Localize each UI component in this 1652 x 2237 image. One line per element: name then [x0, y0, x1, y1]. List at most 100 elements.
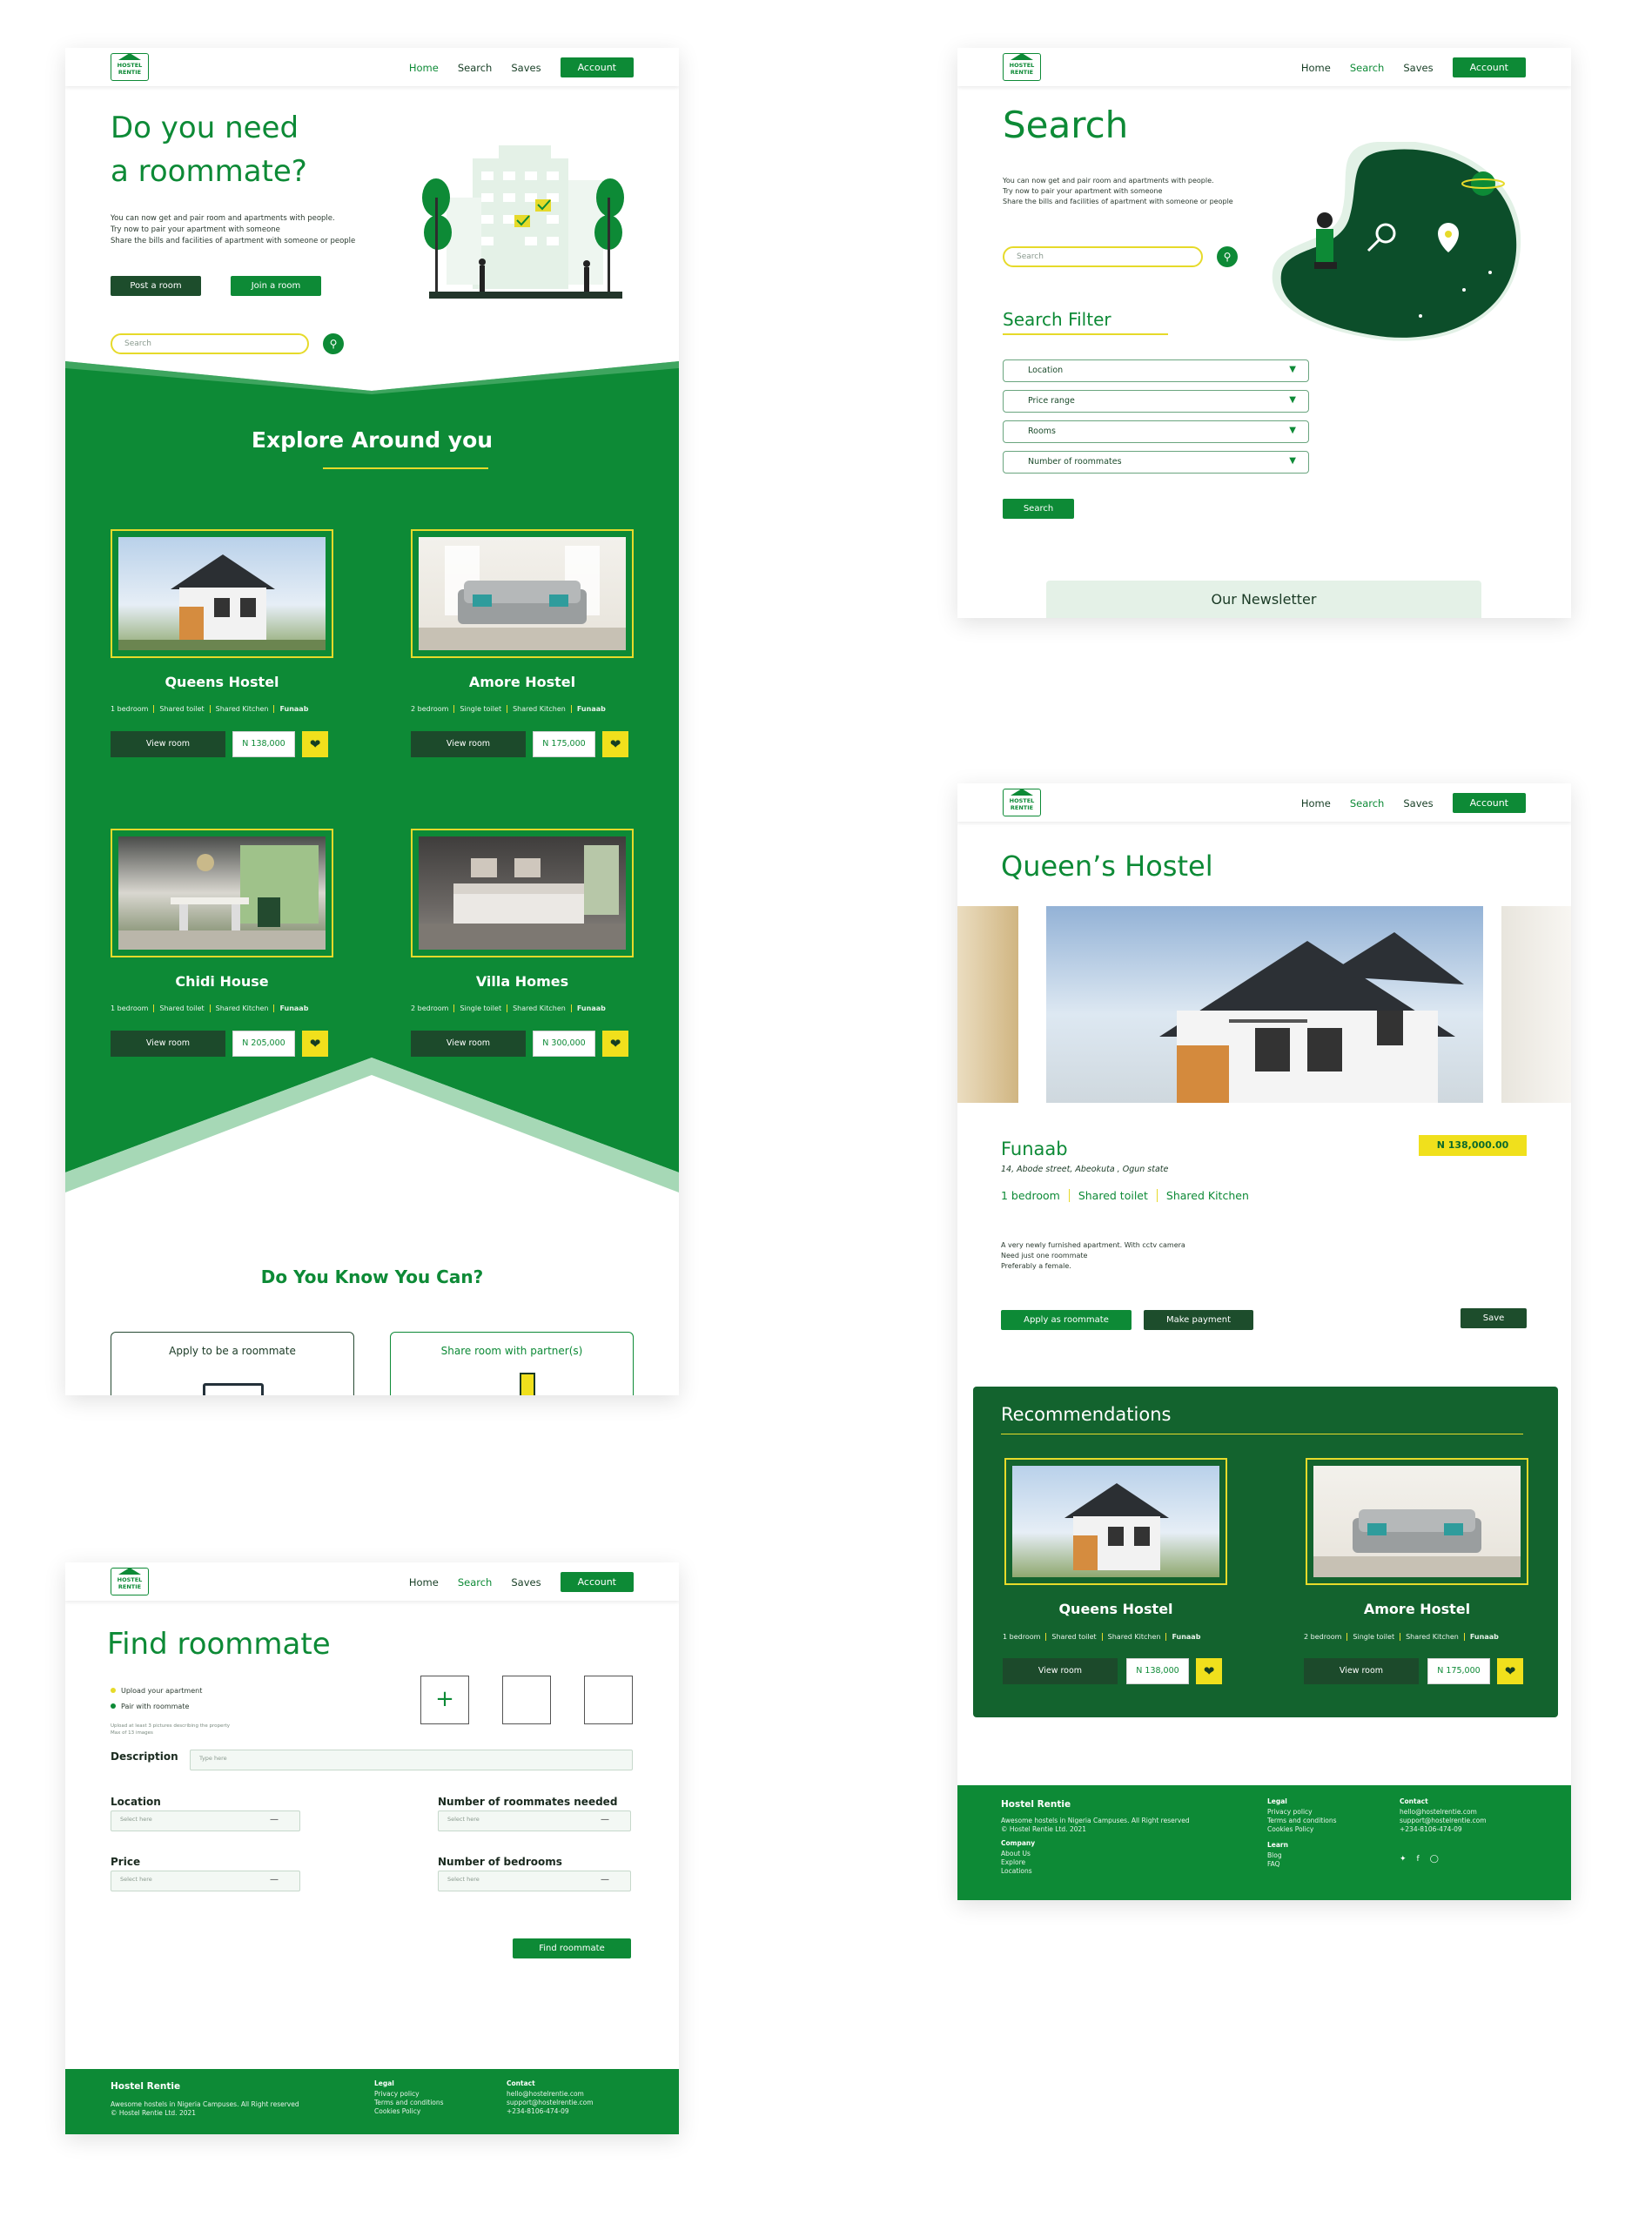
make-payment-button[interactable]: Make payment: [1144, 1310, 1253, 1330]
hostel-rentie-logo[interactable]: HOSTEL RENTIE: [1003, 53, 1041, 81]
gallery-prev-image[interactable]: [957, 906, 1018, 1103]
account-button[interactable]: Account: [560, 1572, 634, 1592]
footer-terms-link[interactable]: Terms and conditions: [1267, 1817, 1337, 1825]
rec-image-frame[interactable]: [1306, 1458, 1528, 1585]
rooms-filter-dropdown[interactable]: Rooms ▼: [1003, 420, 1309, 443]
post-room-button[interactable]: Post a room: [111, 276, 201, 296]
location-select[interactable]: Select here —: [111, 1810, 300, 1831]
instagram-icon[interactable]: ◯: [1430, 1855, 1439, 1864]
gallery-next-image[interactable]: [1501, 906, 1571, 1103]
view-room-button[interactable]: View room: [411, 1031, 526, 1057]
view-room-button[interactable]: View room: [411, 731, 526, 757]
footer-email-hello[interactable]: hello@hostelrentie.com: [507, 2090, 584, 2099]
footer-terms-link[interactable]: Terms and conditions: [374, 2099, 444, 2107]
heart-icon[interactable]: ❤: [602, 731, 628, 757]
footer-explore-link[interactable]: Explore: [1001, 1858, 1025, 1867]
footer-cookies-link[interactable]: Cookies Policy: [374, 2107, 420, 2116]
newsletter-banner: Our Newsletter: [1046, 581, 1481, 618]
listing-price: N 138,000: [232, 731, 295, 757]
price-select[interactable]: Select here —: [111, 1871, 300, 1891]
view-room-button[interactable]: View room: [111, 731, 225, 757]
view-room-button[interactable]: View room: [1003, 1658, 1118, 1684]
gallery-main-image[interactable]: [1046, 906, 1483, 1103]
listing-image-frame[interactable]: [111, 529, 333, 658]
price-range-filter-dropdown[interactable]: Price range ▼: [1003, 390, 1309, 413]
join-room-button[interactable]: Join a room: [231, 276, 321, 296]
add-photo-button[interactable]: +: [420, 1676, 469, 1724]
nav-search-link[interactable]: Search: [458, 62, 493, 74]
nav-saves-link[interactable]: Saves: [511, 1576, 541, 1589]
hostel-rentie-logo[interactable]: HOSTEL RENTIE: [111, 53, 149, 81]
footer-email-support[interactable]: support@hostelrentie.com: [507, 2099, 594, 2107]
heart-icon[interactable]: ❤: [302, 731, 328, 757]
footer-faq-link[interactable]: FAQ: [1267, 1860, 1280, 1869]
rec-image-frame[interactable]: [1004, 1458, 1227, 1585]
account-button[interactable]: Account: [560, 57, 634, 77]
dining-photo: [118, 845, 326, 950]
footer-email-hello[interactable]: hello@hostelrentie.com: [1400, 1808, 1477, 1817]
listing-image-frame[interactable]: [411, 529, 634, 658]
nav-search-link[interactable]: Search: [1350, 62, 1385, 74]
heart-icon[interactable]: ❤: [1497, 1658, 1523, 1684]
roommates-needed-select[interactable]: Select here —: [438, 1810, 631, 1831]
upload-note-1: Upload at least 3 pictures describing th…: [111, 1723, 231, 1729]
upload-note-2: Max of 13 images: [111, 1730, 153, 1736]
share-room-card[interactable]: Share room with partner(s): [390, 1332, 634, 1395]
facebook-icon[interactable]: f: [1417, 1855, 1420, 1864]
heart-icon[interactable]: ❤: [1196, 1658, 1222, 1684]
footer-email-support[interactable]: support@hostelrentie.com: [1400, 1817, 1487, 1825]
account-button[interactable]: Account: [1452, 57, 1526, 77]
listing-features: 2 bedroom Single toilet Shared Kitchen Funa…: [411, 705, 611, 713]
footer-locations-link[interactable]: Locations: [1001, 1867, 1032, 1876]
heart-icon[interactable]: ❤: [602, 1031, 628, 1057]
account-button[interactable]: Account: [1452, 793, 1526, 813]
nav-home-link[interactable]: Home: [1301, 62, 1331, 74]
footer-privacy-link[interactable]: Privacy policy: [1267, 1808, 1313, 1817]
nav-search-link[interactable]: Search: [1350, 797, 1385, 809]
description-input[interactable]: Type here: [190, 1750, 633, 1770]
listing-image-frame[interactable]: [111, 829, 333, 957]
nav-home-link[interactable]: Home: [1301, 797, 1331, 809]
bedrooms-select[interactable]: Select here —: [438, 1871, 631, 1891]
search-input[interactable]: Search: [1003, 246, 1203, 267]
footer-cookies-link[interactable]: Cookies Policy: [1267, 1825, 1313, 1834]
location-filter-dropdown[interactable]: Location ▼: [1003, 359, 1309, 382]
hostel-rentie-logo[interactable]: HOSTEL RENTIE: [111, 1568, 149, 1595]
listing-name: Queens Hostel: [165, 674, 279, 690]
hero-headline-line2: a roommate?: [111, 154, 307, 189]
home-search-input[interactable]: Search: [111, 333, 309, 354]
home-search-button[interactable]: ⚲: [323, 333, 344, 354]
footer-privacy-link[interactable]: Privacy policy: [374, 2090, 420, 2099]
save-button[interactable]: Save: [1461, 1308, 1527, 1328]
footer-legal-heading: Legal: [374, 2079, 394, 2087]
footer-brand: Hostel Rentie: [111, 2081, 181, 2092]
listing-image-frame[interactable]: [411, 829, 634, 957]
nav-search-link[interactable]: Search: [458, 1576, 493, 1589]
footer-company-heading: Company: [1001, 1839, 1036, 1847]
footer-about-link[interactable]: About Us: [1001, 1850, 1031, 1858]
apply-roommate-card[interactable]: Apply to be a roommate: [111, 1332, 354, 1395]
recommendations-title: Recommendations: [1001, 1404, 1172, 1425]
nav-saves-link[interactable]: Saves: [1403, 62, 1433, 74]
listing-name: Amore Hostel: [468, 674, 576, 690]
nav-home-link[interactable]: Home: [409, 62, 439, 74]
nav-home-link[interactable]: Home: [409, 1576, 439, 1589]
footer-blog-link[interactable]: Blog: [1267, 1851, 1282, 1860]
search-submit-button[interactable]: ⚲: [1217, 246, 1238, 267]
description-label: Description: [111, 1750, 178, 1763]
find-roommate-button[interactable]: Find roommate: [513, 1938, 631, 1958]
filter-search-button[interactable]: Search: [1003, 499, 1074, 519]
photo-slot[interactable]: [584, 1676, 633, 1724]
view-more-link[interactable]: View more >>: [65, 1127, 679, 1145]
hostel-rentie-logo[interactable]: HOSTEL RENTIE: [1003, 789, 1041, 816]
photo-slot[interactable]: [502, 1676, 551, 1724]
heart-icon[interactable]: ❤: [302, 1031, 328, 1057]
apply-as-roommate-button[interactable]: Apply as roommate: [1001, 1310, 1132, 1330]
rec-features: 2 bedroom Single toilet Shared Kitchen Funa…: [1304, 1633, 1504, 1641]
twitter-icon[interactable]: ✦: [1400, 1855, 1407, 1864]
view-room-button[interactable]: View room: [111, 1031, 225, 1057]
nav-saves-link[interactable]: Saves: [511, 62, 541, 74]
view-room-button[interactable]: View room: [1304, 1658, 1419, 1684]
nav-saves-link[interactable]: Saves: [1403, 797, 1433, 809]
roommates-filter-dropdown[interactable]: Number of roommates ▼: [1003, 451, 1309, 474]
